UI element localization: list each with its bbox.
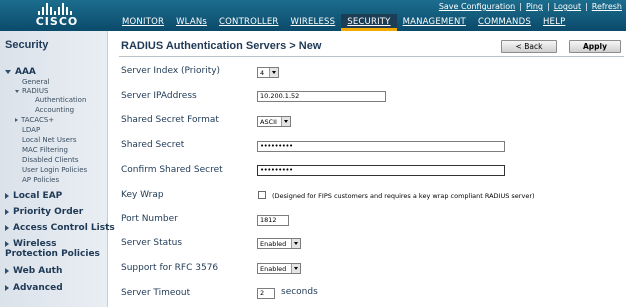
tab-controller[interactable]: CONTROLLER [213, 14, 285, 31]
sidebar-section-web-auth[interactable]: Web Auth [5, 266, 62, 276]
page-title: RADIUS Authentication Servers > New [121, 40, 322, 52]
sidebar-item-user-login-policies[interactable]: User Login Policies [22, 166, 87, 174]
expanded-arrow-icon [5, 69, 11, 74]
sidebar-section-aaa[interactable]: AAA [5, 67, 36, 77]
refresh-link[interactable]: Refresh [592, 2, 622, 11]
shared-secret-input[interactable]: ••••••••• [257, 141, 505, 152]
apply-button[interactable]: Apply [569, 40, 621, 53]
shared-secret-label: Shared Secret [121, 140, 185, 150]
title-divider [119, 56, 624, 57]
collapsed-arrow-icon [5, 192, 9, 199]
key-wrap-note: (Designed for FIPS customers and require… [272, 192, 535, 200]
confirm-secret-label: Confirm Shared Secret [121, 165, 223, 175]
sidebar-item-ap-policies[interactable]: AP Policies [22, 176, 59, 184]
port-number-input[interactable]: 1812 [257, 215, 289, 226]
sidebar-item-ldap[interactable]: LDAP [22, 126, 40, 134]
sidebar-section-priority-order[interactable]: Priority Order [5, 207, 83, 217]
collapsed-arrow-icon [5, 284, 9, 291]
server-status-select[interactable]: Enabled [257, 238, 301, 249]
chevron-down-icon [281, 117, 290, 126]
tab-commands[interactable]: COMMANDS [472, 14, 537, 31]
server-status-label: Server Status [121, 238, 183, 248]
sidebar-section-access-control-lists[interactable]: Access Control Lists [5, 223, 115, 233]
sidebar-item-mac-filtering[interactable]: MAC Filtering [22, 146, 68, 154]
key-wrap-label: Key Wrap [121, 190, 164, 200]
server-timeout-input[interactable]: 2 [257, 288, 275, 299]
sidebar-section-advanced[interactable]: Advanced [5, 283, 63, 293]
sidebar-item-accounting[interactable]: Accounting [35, 106, 74, 114]
server-index-label: Server Index (Priority) [121, 66, 221, 76]
tab-help[interactable]: HELP [537, 14, 571, 31]
chevron-down-icon [291, 264, 300, 273]
back-button[interactable]: < Back [501, 40, 557, 53]
server-ip-input[interactable]: 10.200.1.52 [257, 91, 386, 102]
collapsed-arrow-icon [15, 118, 18, 122]
cisco-logo: CISCO [33, 2, 79, 29]
server-timeout-label: Server Timeout [121, 288, 191, 298]
tab-wlans[interactable]: WLANs [170, 14, 213, 31]
collapsed-arrow-icon [5, 267, 9, 274]
sidebar-item-disabled-clients[interactable]: Disabled Clients [22, 156, 79, 164]
tab-security[interactable]: SECURITY [341, 14, 397, 31]
top-links: Save Configuration | Ping | Logout | Ref… [438, 2, 622, 11]
port-number-label: Port Number [121, 214, 178, 224]
secret-format-label: Shared Secret Format [121, 115, 219, 125]
tab-management[interactable]: MANAGEMENT [397, 14, 472, 31]
collapsed-arrow-icon [5, 208, 9, 215]
server-index-select[interactable]: 4 [257, 67, 279, 78]
server-timeout-units: seconds [281, 287, 318, 297]
main-nav: MONITOR WLANs CONTROLLER WIRELESS SECURI… [116, 14, 571, 31]
ping-link[interactable]: Ping [526, 2, 543, 11]
sidebar-item-local-net-users[interactable]: Local Net Users [22, 136, 76, 144]
rfc-3576-label: Support for RFC 3576 [121, 263, 219, 273]
sidebar: Security AAA General RADIUS Authenticati… [0, 31, 115, 307]
collapsed-arrow-icon [5, 240, 9, 247]
save-configuration-link[interactable]: Save Configuration [439, 2, 515, 11]
collapsed-arrow-icon [5, 224, 9, 231]
chevron-down-icon [291, 239, 300, 248]
expanded-arrow-icon [15, 89, 19, 93]
server-ip-label: Server IPAddress [121, 91, 197, 101]
rfc-3576-select[interactable]: Enabled [257, 263, 301, 274]
tab-wireless[interactable]: WIRELESS [285, 14, 342, 31]
sidebar-item-tacacs[interactable]: TACACS+ [15, 116, 54, 124]
sidebar-section-wireless-protection-policies[interactable]: Wireless Protection Policies [5, 239, 107, 259]
sidebar-title: Security [5, 39, 49, 51]
tab-monitor[interactable]: MONITOR [116, 14, 170, 31]
chevron-down-icon [269, 68, 278, 77]
sidebar-item-general[interactable]: General [22, 78, 50, 86]
key-wrap-checkbox[interactable] [258, 191, 266, 199]
sidebar-item-radius[interactable]: RADIUS [15, 87, 48, 95]
secret-format-select[interactable]: ASCII [257, 116, 291, 127]
confirm-secret-input[interactable]: ••••••••• [257, 165, 505, 176]
logout-link[interactable]: Logout [554, 2, 581, 11]
cisco-logo-bars-icon [38, 3, 78, 15]
top-header: CISCO Save Configuration | Ping | Logout… [0, 0, 626, 31]
main-content: RADIUS Authentication Servers > New < Ba… [109, 31, 626, 307]
sidebar-item-authentication[interactable]: Authentication [35, 96, 86, 104]
cisco-logo-text: CISCO [35, 15, 79, 28]
sidebar-section-local-eap[interactable]: Local EAP [5, 191, 62, 201]
